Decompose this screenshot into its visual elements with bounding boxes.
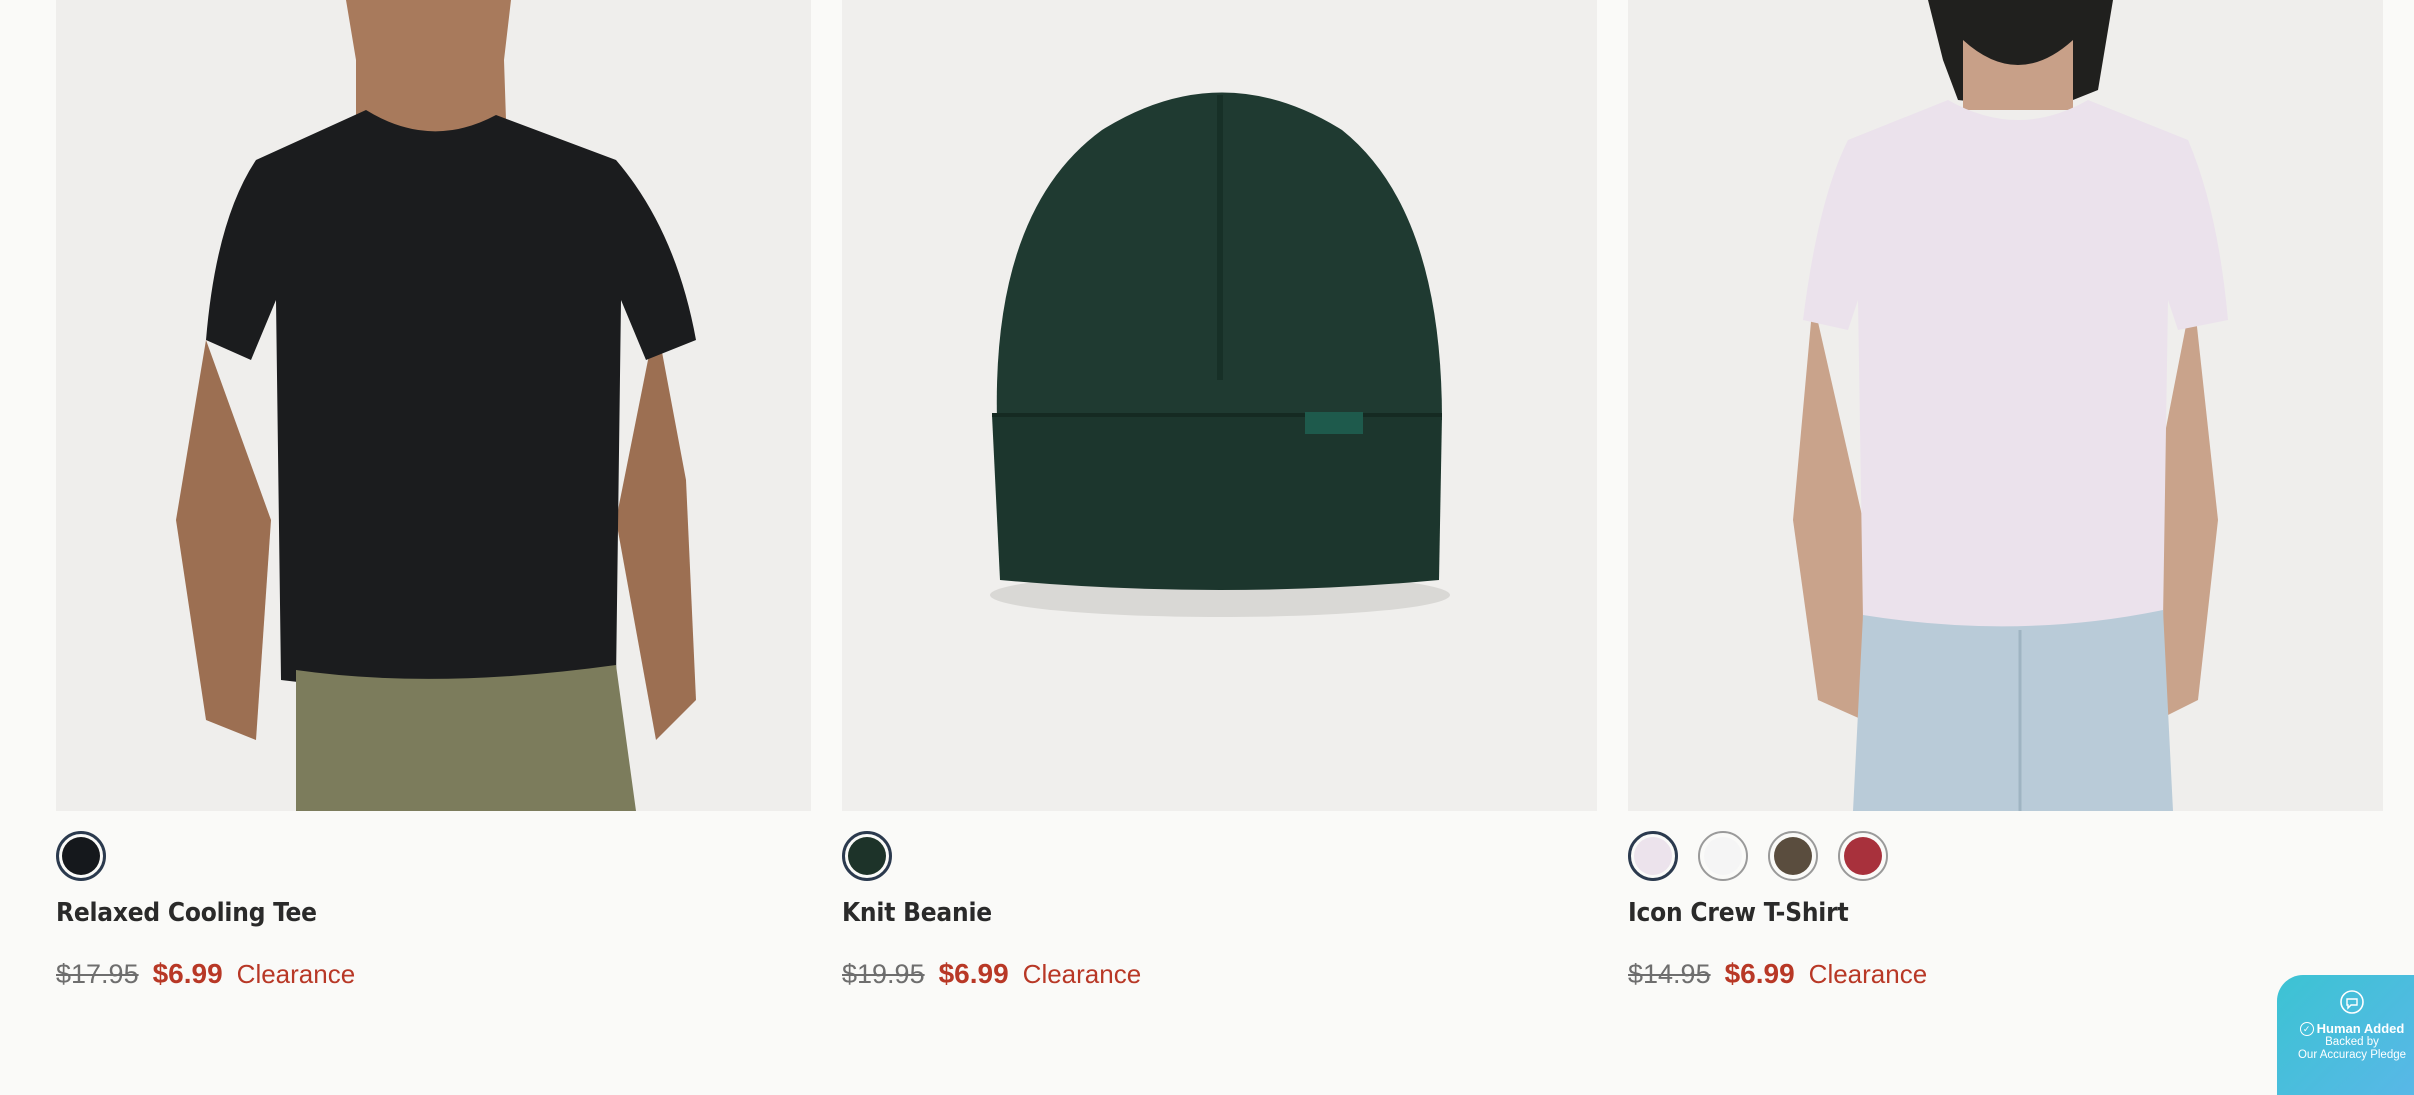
badge-title: ✓ Human Added (2277, 1021, 2414, 1036)
product-name[interactable]: Icon Crew T-Shirt (1628, 898, 1849, 928)
clearance-tag: Clearance (236, 959, 356, 989)
product-image-icon-crew-tshirt[interactable] (1628, 0, 2383, 811)
badge-subtitle-2: Our Accuracy Pledge (2297, 1049, 2407, 1061)
badge-subtitle: Backed by (2325, 1036, 2379, 1048)
color-swatches (1628, 831, 1888, 881)
accuracy-pledge-badge[interactable]: ✓ Human Added Backed by Our Accuracy Ple… (2277, 975, 2414, 1095)
price-row: $14.95 $6.99 Clearance (1628, 958, 1927, 990)
original-price: $19.95 (842, 959, 925, 989)
badge-title-text: Human Added (2316, 1021, 2405, 1036)
product-card: Icon Crew T-Shirt $14.95 $6.99 Clearance (1628, 0, 2383, 989)
price-row: $17.95 $6.99 Clearance (56, 958, 355, 990)
color-swatch[interactable] (56, 831, 106, 881)
original-price: $14.95 (1628, 959, 1711, 989)
product-name[interactable]: Knit Beanie (842, 898, 992, 928)
check-circle-icon: ✓ (2299, 1021, 2314, 1036)
price-row: $19.95 $6.99 Clearance (842, 958, 1141, 990)
product-name[interactable]: Relaxed Cooling Tee (56, 898, 317, 928)
product-grid: Relaxed Cooling Tee $17.95 $6.99 Clearan… (0, 0, 2414, 1084)
product-card: Relaxed Cooling Tee $17.95 $6.99 Clearan… (56, 0, 811, 989)
product-card: Knit Beanie $19.95 $6.99 Clearance (842, 0, 1597, 989)
color-swatches (56, 831, 106, 881)
color-swatches (842, 831, 892, 881)
clearance-tag: Clearance (1808, 959, 1928, 989)
color-swatch[interactable] (1698, 831, 1748, 881)
product-image-relaxed-cooling-tee[interactable] (56, 0, 811, 811)
chat-bubble-icon (2340, 990, 2364, 1014)
color-swatch[interactable] (1768, 831, 1818, 881)
color-swatch[interactable] (1838, 831, 1888, 881)
clearance-tag: Clearance (1022, 959, 1142, 989)
sale-price: $6.99 (1724, 958, 1795, 989)
original-price: $17.95 (56, 959, 139, 989)
sale-price: $6.99 (152, 958, 223, 989)
product-image-knit-beanie[interactable] (842, 0, 1597, 811)
sale-price: $6.99 (938, 958, 1009, 989)
color-swatch[interactable] (842, 831, 892, 881)
color-swatch[interactable] (1628, 831, 1678, 881)
